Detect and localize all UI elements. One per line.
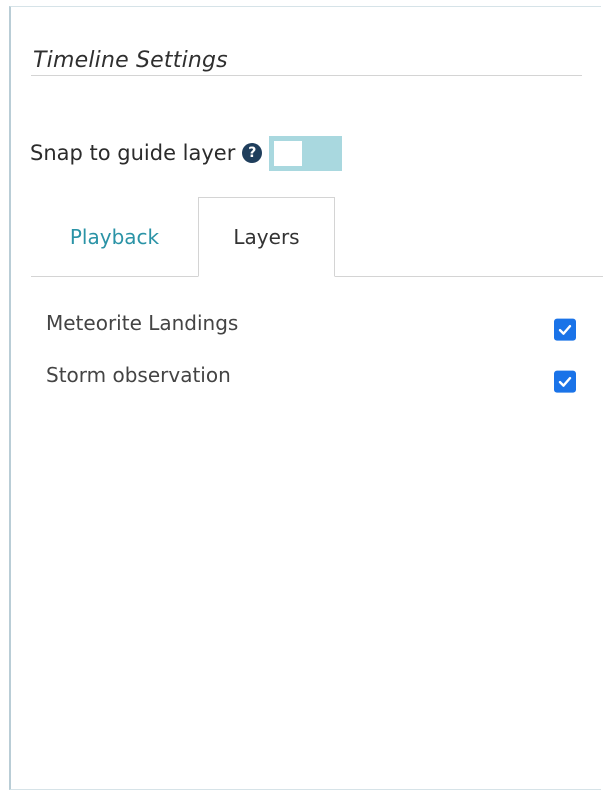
snap-to-guide-label: Snap to guide layer: [30, 141, 236, 165]
help-icon[interactable]: ?: [242, 143, 263, 163]
checkmark-icon: [558, 376, 572, 387]
timeline-settings-panel: Timeline Settings Snap to guide layer ? …: [9, 6, 603, 790]
panel-title: Timeline Settings: [33, 48, 228, 73]
layer-item-meteorite-landings: Meteorite Landings: [46, 297, 576, 349]
layer-checkbox-storm-observation[interactable]: [554, 370, 576, 393]
checkmark-icon: [558, 324, 572, 335]
layer-item-storm-observation: Storm observation: [46, 349, 576, 401]
layer-checkbox-meteorite-landings[interactable]: [554, 318, 576, 341]
layer-label: Meteorite Landings: [46, 311, 239, 335]
tab-layers[interactable]: Layers: [198, 197, 335, 277]
layer-list: Meteorite Landings Storm observation: [46, 297, 576, 401]
snap-to-guide-toggle[interactable]: [269, 135, 343, 171]
title-divider: [31, 75, 582, 76]
tab-playback[interactable]: Playback: [31, 197, 198, 276]
layer-label: Storm observation: [46, 363, 231, 387]
toggle-knob: [274, 140, 303, 166]
settings-tabs: Playback Layers: [31, 197, 603, 277]
snap-to-guide-row: Snap to guide layer ?: [30, 134, 343, 172]
